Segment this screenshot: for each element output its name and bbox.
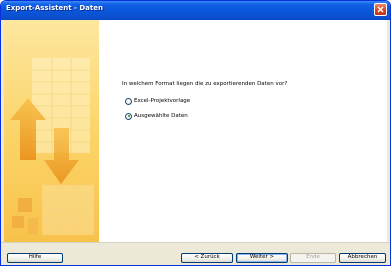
option-selected-data[interactable]: Ausgewählte Daten (125, 111, 188, 121)
next-button[interactable]: Weiter > (236, 253, 288, 263)
close-icon (377, 6, 384, 13)
excel-template-label[interactable]: Excel-Projektvorlage (134, 98, 190, 104)
selected-data-label[interactable]: Ausgewählte Daten (134, 113, 188, 119)
wizard-side-illustration (4, 20, 99, 242)
export-illustration-icon (4, 20, 99, 242)
finish-button[interactable]: Ende (290, 253, 336, 263)
excel-template-radio[interactable] (125, 97, 132, 105)
selected-data-radio[interactable] (125, 112, 132, 120)
back-button[interactable]: < Zurück (181, 253, 233, 263)
export-wizard-window: Export-Assistent - Daten In welchem Form… (0, 0, 391, 266)
option-excel-template[interactable]: Excel-Projektvorlage (125, 96, 190, 106)
wizard-button-bar: Hilfe < Zurück Weiter > Ende Abbrechen (1, 242, 390, 265)
window-title: Export-Assistent - Daten (6, 4, 103, 12)
help-button[interactable]: Hilfe (7, 253, 63, 263)
close-button[interactable] (374, 3, 387, 16)
cancel-button[interactable]: Abbrechen (339, 253, 386, 263)
wizard-content: In welchem Format liegen die zu exportie… (4, 20, 387, 242)
title-bar[interactable]: Export-Assistent - Daten (1, 1, 390, 20)
format-question: In welchem Format liegen die zu exportie… (122, 81, 288, 87)
